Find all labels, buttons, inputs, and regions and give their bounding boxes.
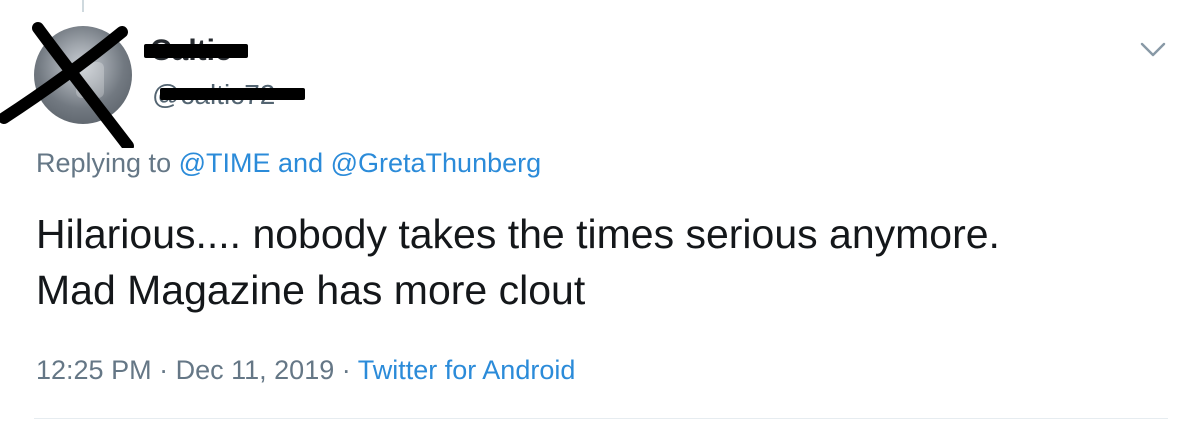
tweet-time[interactable]: 12:25 PM <box>36 355 152 385</box>
tweet-date[interactable]: Dec 11, 2019 <box>176 355 335 385</box>
meta-separator: · <box>159 355 169 385</box>
thread-connector-line <box>82 0 84 12</box>
tweet-text: Hilarious.... nobody takes the times ser… <box>36 206 1156 318</box>
tweet-metadata: 12:25 PM · Dec 11, 2019 · Twitter for An… <box>36 352 575 388</box>
tweet-menu-button[interactable] <box>1138 36 1168 64</box>
cross-out-mark <box>0 22 134 148</box>
mention-link-greta[interactable]: @GretaThunberg <box>331 148 542 178</box>
replying-conjunction[interactable]: and <box>278 148 323 178</box>
handle-redaction-bar <box>160 88 305 100</box>
tweet-source-link[interactable]: Twitter for Android <box>358 355 576 385</box>
tweet-card[interactable]: Caltic @caltic72 Replying to @TIME and @… <box>0 0 1200 423</box>
tweet-text-line: Mad Magazine has more clout <box>36 267 586 313</box>
replying-to-line: Replying to @TIME and @GretaThunberg <box>36 146 541 180</box>
replying-to-label: Replying to <box>36 148 172 178</box>
avatar-area[interactable] <box>0 18 150 148</box>
mention-link-time[interactable]: @TIME <box>179 148 271 178</box>
meta-separator: · <box>341 355 351 385</box>
name-redaction-bar <box>144 44 248 58</box>
tweet-text-line: Hilarious.... nobody takes the times ser… <box>36 211 1000 257</box>
divider <box>34 418 1168 419</box>
chevron-down-icon <box>1140 42 1166 57</box>
